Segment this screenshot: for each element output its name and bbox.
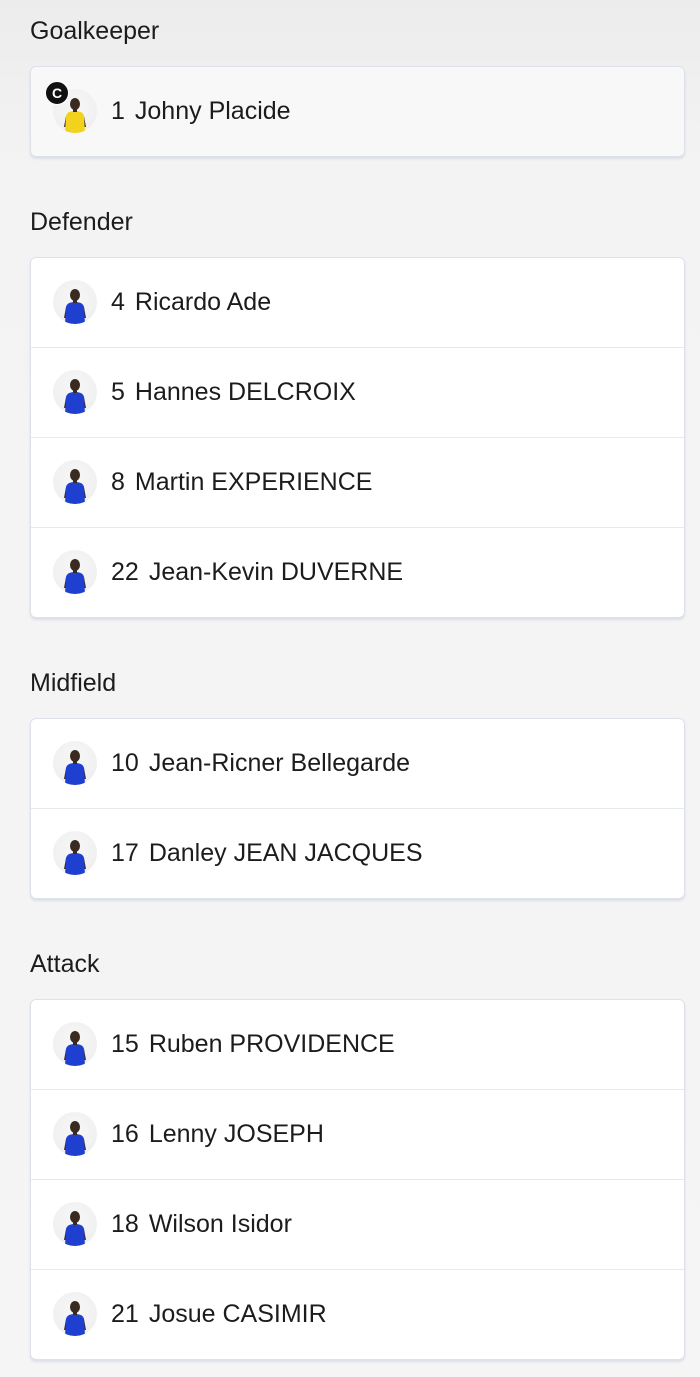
player-number: 4 bbox=[111, 288, 125, 316]
player-photo-icon bbox=[53, 1112, 97, 1156]
player-number: 22 bbox=[111, 558, 139, 586]
player-row[interactable]: 21 Josue CASIMIR bbox=[31, 1269, 684, 1359]
player-row[interactable]: C 1 Johny Placide bbox=[31, 67, 684, 156]
player-name: Jean-Ricner Bellegarde bbox=[148, 749, 411, 777]
player-card: C 1 Johny Placide bbox=[30, 66, 685, 157]
player-row[interactable]: 5 Hannes DELCROIX bbox=[31, 347, 684, 437]
player-number: 10 bbox=[111, 749, 139, 777]
player-photo-icon bbox=[53, 831, 97, 875]
player-name: Ricardo Ade bbox=[134, 288, 272, 316]
player-photo-icon bbox=[53, 370, 97, 414]
player-name: Hannes DELCROIX bbox=[134, 378, 356, 406]
player-name: Josue CASIMIR bbox=[148, 1300, 327, 1328]
player-number: 8 bbox=[111, 468, 125, 496]
player-photo-icon bbox=[53, 280, 97, 324]
player-row[interactable]: 10 Jean-Ricner Bellegarde bbox=[31, 719, 684, 808]
player-number: 16 bbox=[111, 1120, 139, 1148]
section-title: Defender bbox=[30, 208, 133, 236]
player-row[interactable]: 15 Ruben PROVIDENCE bbox=[31, 1000, 684, 1089]
player-photo-icon bbox=[53, 460, 97, 504]
section-title: Attack bbox=[30, 950, 100, 978]
player-card: 10 Jean-Ricner Bellegarde 17 Danley JEAN J… bbox=[30, 718, 685, 899]
player-card: 15 Ruben PROVIDENCE 16 Lenny JOSEPH 18 Wils… bbox=[30, 999, 685, 1360]
player-number: 17 bbox=[111, 839, 139, 867]
captain-badge-icon: C bbox=[45, 81, 69, 105]
player-row[interactable]: 4 Ricardo Ade bbox=[31, 258, 684, 347]
player-number: 21 bbox=[111, 1300, 139, 1328]
section-title: Midfield bbox=[30, 669, 117, 697]
player-name: Lenny JOSEPH bbox=[148, 1120, 324, 1148]
player-photo-icon bbox=[53, 1292, 97, 1336]
player-photo-icon bbox=[53, 1022, 97, 1066]
player-row[interactable]: 22 Jean-Kevin DUVERNE bbox=[31, 527, 684, 617]
player-number: 18 bbox=[111, 1210, 139, 1238]
player-row[interactable]: 17 Danley JEAN JACQUES bbox=[31, 808, 684, 898]
player-number: 1 bbox=[111, 97, 125, 125]
player-row[interactable]: 16 Lenny JOSEPH bbox=[31, 1089, 684, 1179]
player-number: 15 bbox=[111, 1030, 139, 1058]
player-row[interactable]: 8 Martin EXPERIENCE bbox=[31, 437, 684, 527]
player-card: 4 Ricardo Ade 5 Hannes DELCROIX 8 Martin EX… bbox=[30, 257, 685, 618]
player-name: Martin EXPERIENCE bbox=[134, 468, 373, 496]
player-name: Ruben PROVIDENCE bbox=[148, 1030, 395, 1058]
player-name: Johny Placide bbox=[134, 97, 291, 125]
player-row[interactable]: 18 Wilson Isidor bbox=[31, 1179, 684, 1269]
player-name: Jean-Kevin DUVERNE bbox=[148, 558, 404, 586]
player-photo-icon bbox=[53, 741, 97, 785]
player-number: 5 bbox=[111, 378, 125, 406]
player-photo-icon bbox=[53, 550, 97, 594]
player-photo-icon bbox=[53, 1202, 97, 1246]
section-title: Goalkeeper bbox=[30, 17, 160, 45]
player-name: Wilson Isidor bbox=[148, 1210, 292, 1238]
player-name: Danley JEAN JACQUES bbox=[148, 839, 423, 867]
